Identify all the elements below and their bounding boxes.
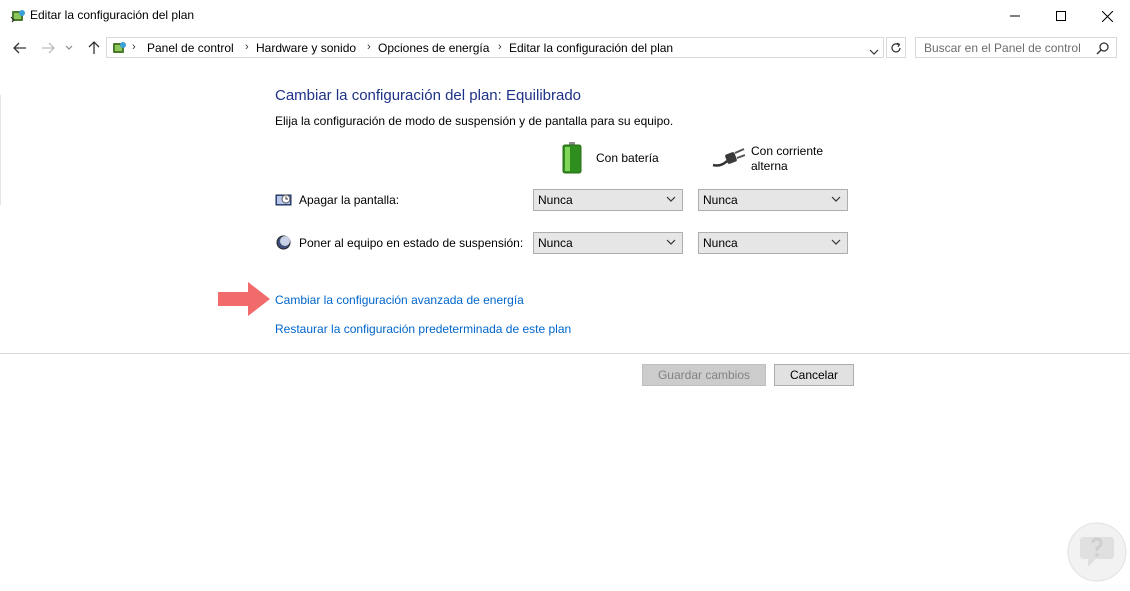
save-changes-button[interactable]: Guardar cambios — [642, 364, 766, 386]
chevron-down-icon — [666, 196, 676, 202]
display-off-icon — [275, 192, 292, 211]
window-title: Editar la configuración del plan — [30, 8, 195, 22]
search-placeholder: Buscar en el Panel de control — [924, 41, 1081, 55]
breadcrumb-separator-icon: › — [132, 41, 136, 53]
back-button[interactable] — [10, 38, 30, 58]
up-button[interactable] — [84, 38, 104, 58]
chevron-down-icon — [831, 196, 841, 202]
ac-column-header: Con corriente alterna — [751, 144, 841, 174]
ac-plug-icon — [711, 147, 746, 172]
display-off-battery-select[interactable]: Nunca — [533, 189, 683, 211]
control-panel-icon — [111, 40, 127, 56]
forward-button[interactable] — [38, 38, 58, 58]
sleep-moon-icon — [276, 235, 291, 253]
chevron-down-icon — [869, 49, 879, 55]
display-off-battery-value: Nunca — [538, 193, 573, 207]
arrow-up-icon — [88, 41, 100, 54]
breadcrumb-hardware-y-sonido[interactable]: Hardware y sonido — [256, 41, 356, 55]
restore-defaults-link[interactable]: Restaurar la configuración predeterminad… — [275, 322, 571, 336]
close-button[interactable] — [1084, 0, 1130, 32]
recent-locations-button[interactable] — [62, 38, 76, 58]
maximize-icon — [1056, 11, 1066, 21]
breadcrumb-opciones-de-energia[interactable]: Opciones de energía — [378, 41, 489, 55]
chevron-down-icon — [666, 239, 676, 245]
breadcrumb-separator-icon: › — [367, 41, 371, 53]
display-off-ac-select[interactable]: Nunca — [698, 189, 848, 211]
page-subtitle: Elija la configuración de modo de suspen… — [275, 114, 674, 128]
arrow-right-icon — [42, 42, 55, 54]
display-off-label: Apagar la pantalla: — [299, 193, 400, 207]
address-bar[interactable]: › Panel de control › Hardware y sonido ›… — [106, 37, 884, 58]
sleep-ac-select[interactable]: Nunca — [698, 232, 848, 254]
sleep-ac-value: Nunca — [703, 236, 738, 250]
sleep-battery-select[interactable]: Nunca — [533, 232, 683, 254]
display-off-ac-value: Nunca — [703, 193, 738, 207]
power-options-icon — [10, 8, 26, 24]
breadcrumb-separator-icon: › — [498, 41, 502, 53]
watermark-logo — [1066, 521, 1128, 583]
left-edge-border — [0, 95, 1, 205]
minimize-icon — [1010, 15, 1020, 17]
maximize-button[interactable] — [1038, 0, 1084, 32]
title-bar: Editar la configuración del plan — [0, 0, 1130, 32]
ac-column-header-line2: alterna — [751, 159, 788, 173]
footer-divider — [0, 353, 1130, 354]
chevron-down-icon — [65, 45, 73, 50]
red-arrow-icon — [218, 282, 270, 319]
breadcrumb-editar-configuracion[interactable]: Editar la configuración del plan — [509, 41, 673, 55]
refresh-icon — [891, 41, 901, 52]
search-icon[interactable] — [1096, 41, 1110, 55]
search-box[interactable]: Buscar en el Panel de control — [915, 37, 1117, 58]
minimize-button[interactable] — [992, 0, 1038, 32]
chevron-down-icon — [831, 239, 841, 245]
ac-column-header-line1: Con corriente — [751, 144, 824, 158]
refresh-button[interactable] — [886, 37, 906, 58]
battery-icon — [562, 142, 582, 177]
sleep-label: Poner al equipo en estado de suspensión: — [299, 236, 524, 250]
page-title: Cambiar la configuración del plan: Equil… — [275, 87, 582, 104]
breadcrumb-separator-icon: › — [245, 41, 249, 53]
breadcrumb-panel-de-control[interactable]: Panel de control — [147, 41, 234, 55]
cancel-button[interactable]: Cancelar — [774, 364, 854, 386]
arrow-left-icon — [13, 42, 26, 54]
close-icon — [1101, 10, 1113, 22]
sleep-battery-value: Nunca — [538, 236, 573, 250]
advanced-power-settings-link[interactable]: Cambiar la configuración avanzada de ene… — [275, 293, 524, 307]
battery-column-header: Con batería — [596, 151, 659, 165]
address-dropdown-button[interactable] — [869, 44, 879, 58]
